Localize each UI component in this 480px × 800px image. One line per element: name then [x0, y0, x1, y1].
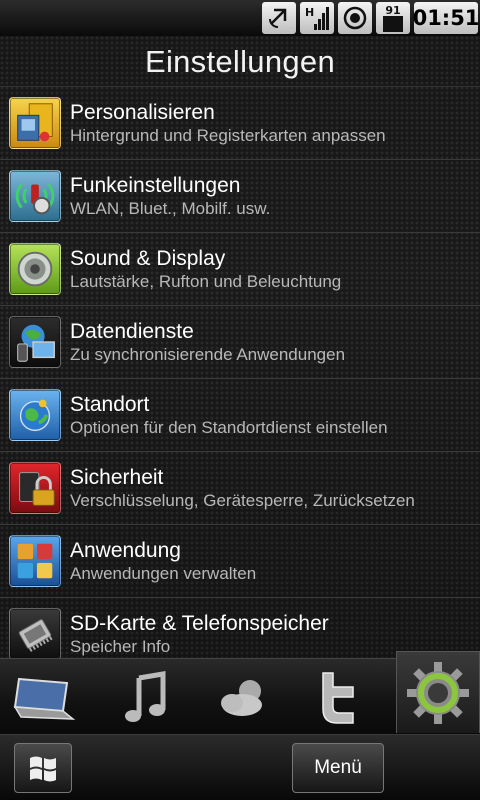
- signal-type-label: H: [305, 6, 314, 19]
- bottom-bar: Menü: [0, 734, 480, 800]
- settings-item-applications[interactable]: Anwendung Anwendungen verwalten: [0, 524, 480, 597]
- tab-twitter[interactable]: [298, 665, 378, 731]
- settings-item-wireless[interactable]: Funkeinstellungen WLAN, Bluet., Mobilf. …: [0, 159, 480, 232]
- memory-chip-icon: [9, 608, 61, 660]
- tab-music[interactable]: [106, 665, 186, 731]
- settings-item-title: SD-Karte & Telefonspeicher: [70, 611, 329, 635]
- gps-icon[interactable]: [338, 2, 372, 34]
- settings-item-subtitle: Speicher Info: [70, 636, 171, 656]
- settings-item-subtitle: WLAN, Bluet., Mobilf. usw.: [70, 198, 271, 218]
- globe-icon: [9, 389, 61, 441]
- settings-item-data-services[interactable]: Datendienste Zu synchronisierende Anwend…: [0, 305, 480, 378]
- settings-item-personalize[interactable]: Personalisieren Hintergrund und Register…: [0, 86, 480, 159]
- music-note-icon: [125, 671, 166, 722]
- settings-item-title: Sound & Display: [70, 246, 226, 270]
- menu-button[interactable]: Menü: [292, 743, 384, 793]
- tab-bar: [0, 651, 480, 734]
- settings-item-subtitle: Verschlüsselung, Gerätesperre, Zurückset…: [70, 490, 415, 510]
- tab-settings[interactable]: [396, 651, 480, 733]
- twitter-icon: [322, 672, 354, 724]
- sync-icon[interactable]: [262, 2, 296, 34]
- settings-gear-icon: [407, 661, 469, 724]
- data-sync-icon: [9, 316, 61, 368]
- lock-icon: [9, 462, 61, 514]
- battery-icon[interactable]: 91: [376, 2, 410, 34]
- apps-icon: [9, 535, 61, 587]
- wireless-icon: [9, 170, 61, 222]
- settings-item-title: Datendienste: [70, 319, 194, 343]
- settings-item-location[interactable]: Standort Optionen für den Standortdienst…: [0, 378, 480, 451]
- clock[interactable]: 01:51: [413, 2, 479, 34]
- settings-item-subtitle: Zu synchronisierende Anwendungen: [70, 344, 346, 364]
- settings-list: Personalisieren Hintergrund und Register…: [0, 86, 480, 670]
- settings-item-subtitle: Optionen für den Standortdienst einstell…: [70, 417, 388, 437]
- tab-weather[interactable]: [204, 665, 284, 731]
- settings-item-title: Sicherheit: [70, 465, 164, 489]
- settings-item-subtitle: Lautstärke, Rufton und Beleuchtung: [70, 271, 342, 291]
- settings-item-title: Personalisieren: [70, 100, 215, 124]
- settings-item-subtitle: Anwendungen verwalten: [70, 563, 257, 583]
- speaker-icon: [9, 243, 61, 295]
- settings-item-subtitle: Hintergrund und Registerkarten anpassen: [70, 125, 386, 145]
- settings-item-title: Funkeinstellungen: [70, 173, 241, 197]
- settings-item-title: Anwendung: [70, 538, 181, 562]
- signal-icon[interactable]: H: [300, 2, 334, 34]
- weather-icon: [221, 680, 262, 716]
- settings-item-sound-display[interactable]: Sound & Display Lautstärke, Rufton und B…: [0, 232, 480, 305]
- settings-panel: Einstellungen Personalisieren Hintergrun…: [0, 36, 480, 660]
- status-bar: H 91 01:51: [0, 0, 480, 36]
- personalize-icon: [9, 97, 61, 149]
- start-button[interactable]: [14, 743, 72, 793]
- settings-item-title: Standort: [70, 392, 150, 416]
- laptop-icon: [13, 677, 76, 720]
- tab-laptop[interactable]: [4, 665, 84, 731]
- windows-logo-icon: [30, 756, 56, 782]
- page-title: Einstellungen: [144, 44, 336, 79]
- settings-item-security[interactable]: Sicherheit Verschlüsselung, Gerätesperre…: [0, 451, 480, 524]
- battery-level: 91: [385, 4, 400, 17]
